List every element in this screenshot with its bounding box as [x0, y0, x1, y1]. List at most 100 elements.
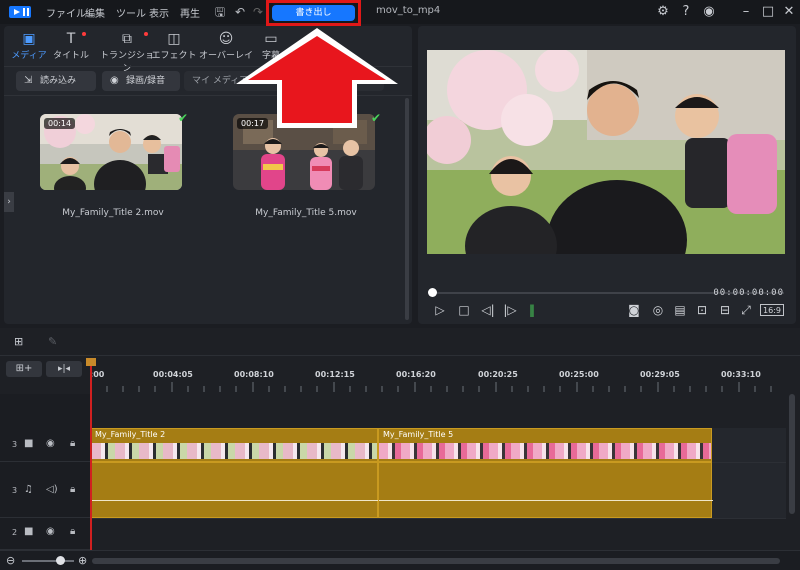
video-track-lane-2[interactable]: [90, 518, 786, 550]
menu-file[interactable]: ファイル: [46, 5, 86, 20]
visibility-eye-icon[interactable]: ◉: [46, 438, 55, 449]
ruler-label: 00:33:10: [721, 370, 761, 379]
settings-icon[interactable]: ⚙: [655, 4, 671, 20]
new-dot-icon: [144, 32, 148, 36]
subtitle-toggle-icon[interactable]: ▤: [672, 302, 688, 318]
stop-icon[interactable]: □: [456, 302, 472, 318]
clip-title: My_Family_Title 5: [383, 430, 454, 439]
audio-clip[interactable]: [378, 462, 713, 518]
zoom-slider-track[interactable]: [22, 560, 74, 562]
library-scrollbar[interactable]: [405, 98, 409, 320]
music-note-icon: ♫: [24, 484, 33, 495]
multi-select-icon[interactable]: ⊞: [14, 335, 23, 348]
help-icon[interactable]: ?: [678, 4, 694, 20]
tab-effect[interactable]: ◫ エフェクト: [149, 30, 199, 64]
record-voice-icon[interactable]: ◎: [650, 302, 666, 318]
next-frame-icon[interactable]: |▷: [502, 302, 518, 318]
volume-line[interactable]: [91, 500, 379, 501]
zoom-in-icon[interactable]: ⊕: [78, 554, 87, 567]
visibility-eye-icon[interactable]: ◉: [46, 526, 55, 537]
track-header-video-2: 2 ■ ◉ 🔒︎: [0, 518, 90, 550]
menu-view[interactable]: 表示: [149, 5, 169, 20]
lock-icon[interactable]: 🔒︎: [70, 484, 75, 495]
timeline-vertical-scrollbar[interactable]: [789, 394, 795, 514]
media-name: My_Family_Title 2.mov: [62, 208, 164, 218]
expand-panel-icon[interactable]: ›: [4, 192, 14, 212]
video-clip[interactable]: My_Family_Title 2: [90, 428, 378, 462]
clip-filmstrip: [379, 443, 711, 459]
edit-pencil-icon[interactable]: ✎: [48, 335, 57, 348]
tab-title-label: タイトル: [52, 51, 89, 61]
record-icon: ◉: [110, 75, 119, 86]
track-header-audio-3: 3 ♫ ◁) 🔒︎: [0, 462, 90, 518]
check-icon: ✔: [177, 111, 188, 125]
app-logo-icon: [9, 6, 31, 18]
minimize-icon[interactable]: –: [738, 4, 754, 20]
lock-icon[interactable]: 🔒︎: [70, 438, 75, 449]
menu-tools[interactable]: ツール: [116, 5, 146, 20]
zoom-out-icon[interactable]: ⊖: [6, 554, 15, 567]
clip-title: My_Family_Title 2: [95, 430, 166, 439]
speaker-icon[interactable]: ◁): [46, 484, 58, 495]
ruler-label: 00:08:10: [234, 370, 274, 379]
ruler-ticks: [90, 382, 772, 392]
timeline-zoom-bar: ⊖ ⊕: [0, 550, 800, 570]
annotation-arrow-icon: [236, 28, 398, 128]
undo-icon[interactable]: ↶: [232, 4, 248, 20]
zoom-slider-knob[interactable]: [56, 556, 65, 565]
playback-progress-knob[interactable]: [428, 288, 437, 297]
video-camera-icon: ■: [24, 526, 34, 537]
timeline-horizontal-scrollbar[interactable]: [92, 558, 780, 564]
track-number: 3: [12, 486, 18, 495]
record-button[interactable]: ◉ 録画/録音: [102, 71, 180, 91]
video-clip[interactable]: My_Family_Title 5: [378, 428, 712, 462]
new-dot-icon: [82, 32, 86, 36]
ruler-label: 00:20:25: [478, 370, 518, 379]
ruler-label: 00:12:15: [315, 370, 355, 379]
project-name: mov_to_mp4: [376, 5, 441, 16]
track-number: 3: [12, 440, 18, 449]
title-bar: ファイル 編集 ツール 表示 再生 🖫 ↶ ↷ 書き出し mov_to_mp4 …: [0, 0, 800, 26]
preview-video[interactable]: [427, 50, 785, 254]
effect-icon: ◫: [167, 31, 181, 47]
safe-zone-icon[interactable]: ⊟: [717, 302, 733, 318]
lock-icon[interactable]: 🔒︎: [70, 526, 75, 537]
ruler-label: :00: [90, 370, 105, 379]
media-item[interactable]: 00:17 ✔ My_Family_Title 5.mov: [233, 111, 381, 224]
zoom-fit-icon[interactable]: ⊡: [694, 302, 710, 318]
title-icon: T: [66, 31, 76, 47]
snapshot-icon[interactable]: ◙: [626, 302, 642, 318]
fit-timeline-button[interactable]: ▸|◂: [46, 361, 82, 377]
save-icon[interactable]: 🖫: [212, 4, 228, 20]
ruler-label: 00:25:00: [559, 370, 599, 379]
preview-panel: 00:00:00:00 ▷ □ ◁| |▷ ‖ ◙ ◎ ▤ ⊡ ⊟ ⤢ 16:9: [418, 26, 796, 324]
record-label: 録画/録音: [126, 76, 166, 86]
tab-effect-label: エフェクト: [151, 51, 197, 61]
menu-play[interactable]: 再生: [180, 5, 200, 20]
export-button[interactable]: 書き出し: [272, 5, 355, 21]
media-thumbnail: 00:14: [40, 114, 182, 190]
volume-line[interactable]: [379, 500, 713, 501]
import-button[interactable]: ⇲ 読み込み: [16, 71, 96, 91]
maximize-icon[interactable]: □: [760, 4, 776, 20]
playhead[interactable]: [90, 358, 92, 570]
import-icon: ⇲: [24, 75, 33, 86]
playhead-handle[interactable]: [86, 358, 96, 366]
fullscreen-icon[interactable]: ⤢: [738, 302, 754, 318]
ruler-label: 00:04:05: [153, 370, 193, 379]
close-icon[interactable]: ✕: [781, 4, 797, 20]
audio-clip[interactable]: [90, 462, 379, 518]
redo-icon[interactable]: ↷: [250, 4, 266, 20]
timeline-panel: ⊞ ✎ ⊞+ ▸|◂ :00 00:04:05 00:08:10 00:12:1…: [0, 328, 800, 570]
aspect-ratio-button[interactable]: 16:9: [760, 304, 784, 316]
play-icon[interactable]: ▷: [432, 302, 448, 318]
tab-title[interactable]: T タイトル: [46, 30, 96, 64]
account-icon[interactable]: ◉: [701, 4, 717, 20]
timeline-ruler[interactable]: :00 00:04:05 00:08:10 00:12:15 00:16:20 …: [90, 358, 786, 422]
track-number: 2: [12, 528, 18, 537]
previous-frame-icon[interactable]: ◁|: [480, 302, 496, 318]
add-track-button[interactable]: ⊞+: [6, 361, 42, 377]
media-item[interactable]: 00:14 ✔ My_Family_Title 2.mov: [40, 111, 188, 224]
menu-edit[interactable]: 編集: [85, 5, 105, 20]
clip-filmstrip: [91, 443, 377, 459]
